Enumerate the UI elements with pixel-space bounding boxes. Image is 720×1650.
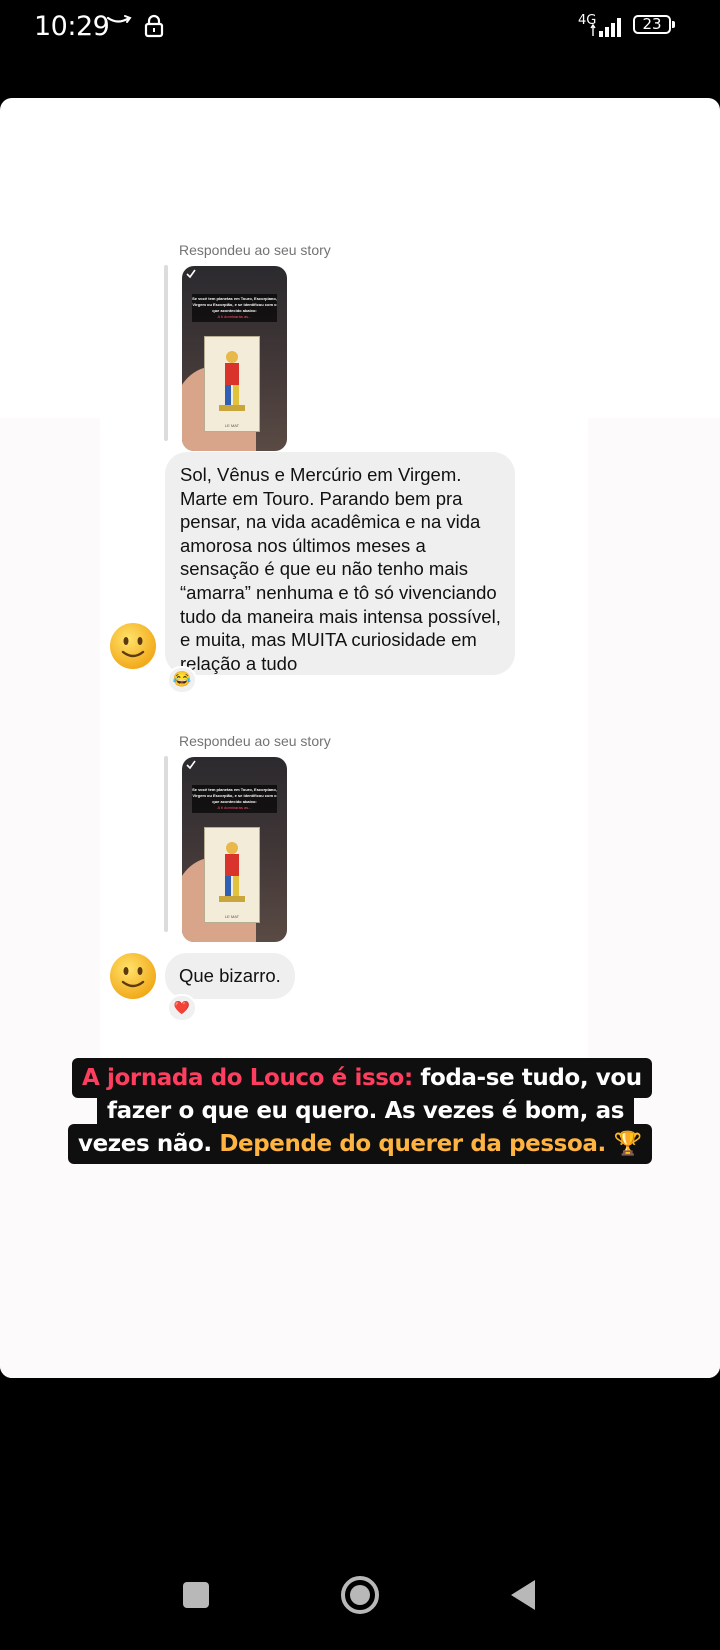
story-reply-bar bbox=[164, 265, 168, 441]
dm-screenshot: Respondeu ao seu story Se você tem plane… bbox=[100, 238, 588, 1123]
story-reply-bar bbox=[164, 756, 168, 932]
smiley-avatar-icon[interactable] bbox=[108, 621, 158, 671]
story-card: Respondeu ao seu story Se você tem plane… bbox=[0, 98, 720, 1378]
navigation-bar bbox=[0, 1540, 720, 1650]
trophy-icon: 🏆 bbox=[613, 1131, 642, 1157]
signal-icon bbox=[590, 18, 621, 37]
message-text: Sol, Vênus e Mercúrio em Virgem. Marte e… bbox=[180, 464, 501, 674]
story-thumbnail[interactable]: Se você tem planetas em Touro, Escorpian… bbox=[182, 266, 287, 451]
story-caption-line-3: vezes não. Depende do querer da pessoa. … bbox=[68, 1124, 652, 1164]
lock-icon bbox=[144, 14, 164, 38]
status-time: 10:29 bbox=[34, 11, 110, 42]
story-overlay-text: Se você tem planetas em Touro, Escorpian… bbox=[192, 785, 277, 813]
story-overlay-text: Se você tem planetas em Touro, Escorpian… bbox=[192, 294, 277, 322]
reaction-badge[interactable]: ❤️ bbox=[167, 994, 197, 1022]
reply-label: Respondeu ao seu story bbox=[179, 733, 331, 749]
tarot-card-image: LE MAT bbox=[204, 827, 260, 923]
message-bubble[interactable]: Sol, Vênus e Mercúrio em Virgem. Marte e… bbox=[165, 452, 515, 675]
reply-label: Respondeu ao seu story bbox=[179, 242, 331, 258]
check-icon bbox=[186, 760, 196, 770]
battery-icon: 23 bbox=[633, 15, 675, 34]
circle-home-icon[interactable] bbox=[340, 1575, 380, 1615]
reaction-badge[interactable]: 😂 bbox=[167, 666, 197, 694]
message-text: Que bizarro. bbox=[179, 965, 281, 986]
tarot-card-image: LE MAT bbox=[204, 336, 260, 432]
square-recents-icon[interactable] bbox=[181, 1580, 211, 1610]
message-bubble[interactable]: Que bizarro. bbox=[165, 953, 295, 999]
story-thumbnail[interactable]: Se você tem planetas em Touro, Escorpian… bbox=[182, 757, 287, 942]
amazon-smile-icon bbox=[106, 15, 132, 23]
triangle-back-icon[interactable] bbox=[508, 1578, 538, 1612]
smiley-avatar-icon[interactable] bbox=[108, 951, 158, 1001]
status-bar: 10:29 4G 23 bbox=[0, 0, 720, 60]
check-icon bbox=[186, 269, 196, 279]
